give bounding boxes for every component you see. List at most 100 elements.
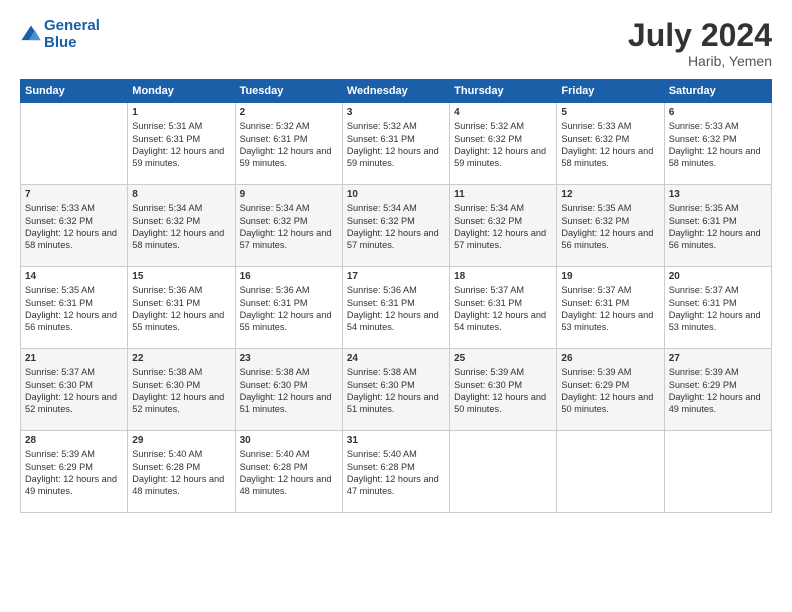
- cell-content: Sunrise: 5:40 AMSunset: 6:28 PMDaylight:…: [132, 448, 230, 498]
- cell-content: Sunrise: 5:32 AMSunset: 6:32 PMDaylight:…: [454, 120, 552, 170]
- calendar-cell: 10 Sunrise: 5:34 AMSunset: 6:32 PMDayligh…: [342, 185, 449, 267]
- cell-content: Sunrise: 5:32 AMSunset: 6:31 PMDaylight:…: [347, 120, 445, 170]
- calendar-table: SundayMondayTuesdayWednesdayThursdayFrid…: [20, 79, 772, 513]
- calendar-cell: 6 Sunrise: 5:33 AMSunset: 6:32 PMDaylight…: [664, 103, 771, 185]
- day-number: 3: [347, 107, 445, 118]
- cell-content: Sunrise: 5:37 AMSunset: 6:31 PMDaylight:…: [669, 284, 767, 334]
- calendar-cell: 7Sunrise: 5:33 AMSunset: 6:32 PMDaylight…: [21, 185, 128, 267]
- cell-content: Sunrise: 5:39 AMSunset: 6:29 PMDaylight:…: [561, 366, 659, 416]
- calendar-cell: 21 Sunrise: 5:37 AMSunset: 6:30 PMDayligh…: [21, 349, 128, 431]
- column-header-saturday: Saturday: [664, 80, 771, 103]
- column-header-wednesday: Wednesday: [342, 80, 449, 103]
- logo-text: General Blue: [44, 18, 100, 51]
- day-number: 19: [561, 271, 659, 282]
- cell-content: Sunrise: 5:34 AMSunset: 6:32 PMDaylight:…: [132, 202, 230, 252]
- logo: General Blue: [20, 18, 100, 51]
- day-number: 11: [454, 189, 552, 200]
- column-header-sunday: Sunday: [21, 80, 128, 103]
- header-row: SundayMondayTuesdayWednesdayThursdayFrid…: [21, 80, 772, 103]
- calendar-cell: 5Sunrise: 5:33 AMSunset: 6:32 PMDaylight…: [557, 103, 664, 185]
- cell-content: Sunrise: 5:40 AMSunset: 6:28 PMDaylight:…: [240, 448, 338, 498]
- day-number: 9: [240, 189, 338, 200]
- week-row-1: 1Sunrise: 5:31 AMSunset: 6:31 PMDaylight…: [21, 103, 772, 185]
- cell-content: Sunrise: 5:36 AMSunset: 6:31 PMDaylight:…: [347, 284, 445, 334]
- day-number: 25: [454, 353, 552, 364]
- calendar-page: General Blue July 2024 Harib, Yemen Sund…: [0, 0, 792, 612]
- cell-content: Sunrise: 5:34 AMSunset: 6:32 PMDaylight:…: [454, 202, 552, 252]
- calendar-cell: [664, 431, 771, 513]
- calendar-cell: 17 Sunrise: 5:36 AMSunset: 6:31 PMDayligh…: [342, 267, 449, 349]
- calendar-cell: 24 Sunrise: 5:38 AMSunset: 6:30 PMDayligh…: [342, 349, 449, 431]
- cell-content: Sunrise: 5:35 AMSunset: 6:32 PMDaylight:…: [561, 202, 659, 252]
- cell-content: Sunrise: 5:38 AMSunset: 6:30 PMDaylight:…: [240, 366, 338, 416]
- calendar-cell: [450, 431, 557, 513]
- page-subtitle: Harib, Yemen: [628, 53, 772, 69]
- calendar-cell: 18 Sunrise: 5:37 AMSunset: 6:31 PMDayligh…: [450, 267, 557, 349]
- calendar-cell: 3 Sunrise: 5:32 AMSunset: 6:31 PMDaylight…: [342, 103, 449, 185]
- cell-content: Sunrise: 5:35 AMSunset: 6:31 PMDaylight:…: [25, 284, 123, 334]
- calendar-cell: 23 Sunrise: 5:38 AMSunset: 6:30 PMDayligh…: [235, 349, 342, 431]
- day-number: 28: [25, 435, 123, 446]
- calendar-cell: 30 Sunrise: 5:40 AMSunset: 6:28 PMDayligh…: [235, 431, 342, 513]
- calendar-cell: 27 Sunrise: 5:39 AMSunset: 6:29 PMDayligh…: [664, 349, 771, 431]
- calendar-cell: 15Sunrise: 5:36 AMSunset: 6:31 PMDayligh…: [128, 267, 235, 349]
- day-number: 26: [561, 353, 659, 364]
- calendar-cell: 11 Sunrise: 5:34 AMSunset: 6:32 PMDayligh…: [450, 185, 557, 267]
- calendar-cell: 13Sunrise: 5:35 AMSunset: 6:31 PMDayligh…: [664, 185, 771, 267]
- column-header-friday: Friday: [557, 80, 664, 103]
- cell-content: Sunrise: 5:32 AMSunset: 6:31 PMDaylight:…: [240, 120, 338, 170]
- calendar-cell: 31Sunrise: 5:40 AMSunset: 6:28 PMDayligh…: [342, 431, 449, 513]
- calendar-cell: 26 Sunrise: 5:39 AMSunset: 6:29 PMDayligh…: [557, 349, 664, 431]
- calendar-cell: 8 Sunrise: 5:34 AMSunset: 6:32 PMDaylight…: [128, 185, 235, 267]
- calendar-cell: [557, 431, 664, 513]
- cell-content: Sunrise: 5:33 AMSunset: 6:32 PMDaylight:…: [561, 120, 659, 170]
- cell-content: Sunrise: 5:37 AMSunset: 6:31 PMDaylight:…: [454, 284, 552, 334]
- cell-content: Sunrise: 5:33 AMSunset: 6:32 PMDaylight:…: [669, 120, 767, 170]
- cell-content: Sunrise: 5:39 AMSunset: 6:29 PMDaylight:…: [25, 448, 123, 498]
- cell-content: Sunrise: 5:38 AMSunset: 6:30 PMDaylight:…: [347, 366, 445, 416]
- day-number: 29: [132, 435, 230, 446]
- cell-content: Sunrise: 5:36 AMSunset: 6:31 PMDaylight:…: [132, 284, 230, 334]
- day-number: 10: [347, 189, 445, 200]
- day-number: 8: [132, 189, 230, 200]
- day-number: 21: [25, 353, 123, 364]
- calendar-cell: 1Sunrise: 5:31 AMSunset: 6:31 PMDaylight…: [128, 103, 235, 185]
- cell-content: Sunrise: 5:39 AMSunset: 6:29 PMDaylight:…: [669, 366, 767, 416]
- week-row-2: 7Sunrise: 5:33 AMSunset: 6:32 PMDaylight…: [21, 185, 772, 267]
- day-number: 17: [347, 271, 445, 282]
- day-number: 14: [25, 271, 123, 282]
- day-number: 18: [454, 271, 552, 282]
- week-row-5: 28 Sunrise: 5:39 AMSunset: 6:29 PMDayligh…: [21, 431, 772, 513]
- day-number: 6: [669, 107, 767, 118]
- cell-content: Sunrise: 5:37 AMSunset: 6:30 PMDaylight:…: [25, 366, 123, 416]
- cell-content: Sunrise: 5:37 AMSunset: 6:31 PMDaylight:…: [561, 284, 659, 334]
- cell-content: Sunrise: 5:34 AMSunset: 6:32 PMDaylight:…: [240, 202, 338, 252]
- calendar-cell: 19 Sunrise: 5:37 AMSunset: 6:31 PMDayligh…: [557, 267, 664, 349]
- cell-content: Sunrise: 5:31 AMSunset: 6:31 PMDaylight:…: [132, 120, 230, 170]
- day-number: 23: [240, 353, 338, 364]
- column-header-tuesday: Tuesday: [235, 80, 342, 103]
- week-row-4: 21 Sunrise: 5:37 AMSunset: 6:30 PMDayligh…: [21, 349, 772, 431]
- day-number: 4: [454, 107, 552, 118]
- day-number: 7: [25, 189, 123, 200]
- calendar-cell: 12 Sunrise: 5:35 AMSunset: 6:32 PMDayligh…: [557, 185, 664, 267]
- day-number: 13: [669, 189, 767, 200]
- day-number: 30: [240, 435, 338, 446]
- page-title: July 2024: [628, 18, 772, 53]
- day-number: 20: [669, 271, 767, 282]
- logo-icon: [20, 24, 42, 46]
- calendar-cell: 16Sunrise: 5:36 AMSunset: 6:31 PMDayligh…: [235, 267, 342, 349]
- week-row-3: 14 Sunrise: 5:35 AMSunset: 6:31 PMDayligh…: [21, 267, 772, 349]
- cell-content: Sunrise: 5:34 AMSunset: 6:32 PMDaylight:…: [347, 202, 445, 252]
- day-number: 24: [347, 353, 445, 364]
- column-header-thursday: Thursday: [450, 80, 557, 103]
- day-number: 12: [561, 189, 659, 200]
- title-block: July 2024 Harib, Yemen: [628, 18, 772, 69]
- calendar-cell: 28 Sunrise: 5:39 AMSunset: 6:29 PMDayligh…: [21, 431, 128, 513]
- cell-content: Sunrise: 5:40 AMSunset: 6:28 PMDaylight:…: [347, 448, 445, 498]
- day-number: 2: [240, 107, 338, 118]
- header: General Blue July 2024 Harib, Yemen: [20, 18, 772, 69]
- calendar-cell: 25Sunrise: 5:39 AMSunset: 6:30 PMDayligh…: [450, 349, 557, 431]
- day-number: 22: [132, 353, 230, 364]
- day-number: 27: [669, 353, 767, 364]
